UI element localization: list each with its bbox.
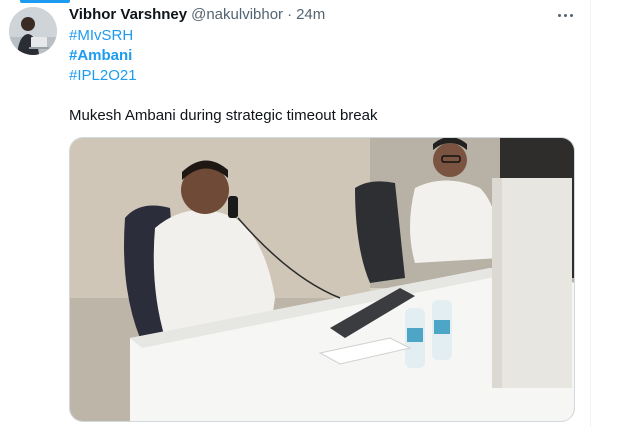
header-separator: · (287, 5, 293, 23)
more-horizontal-icon[interactable] (553, 5, 577, 25)
timeline-border (590, 0, 591, 427)
tweet-text: Mukesh Ambani during strategic timeout b… (69, 107, 378, 124)
office-photo (70, 138, 574, 421)
tweet-header: Vibhor Varshney @nakulvibhor · 24m (69, 4, 325, 24)
tweet-timestamp[interactable]: 24m (296, 6, 325, 23)
tweet-photo[interactable] (69, 137, 575, 422)
author-display-name[interactable]: Vibhor Varshney (69, 6, 187, 23)
tweet[interactable]: Vibhor Varshney @nakulvibhor · 24m #MIvS… (0, 0, 590, 427)
hashtag-link[interactable]: #IPL2O21 (69, 66, 137, 86)
author-handle[interactable]: @nakulvibhor (191, 6, 283, 23)
avatar-image (9, 7, 57, 55)
author-avatar[interactable] (9, 7, 57, 55)
hashtag-link[interactable]: #MIvSRH (69, 26, 137, 46)
hashtag-link[interactable]: #Ambani (69, 46, 137, 66)
hashtag-list: #MIvSRH #Ambani #IPL2O21 (69, 26, 137, 86)
